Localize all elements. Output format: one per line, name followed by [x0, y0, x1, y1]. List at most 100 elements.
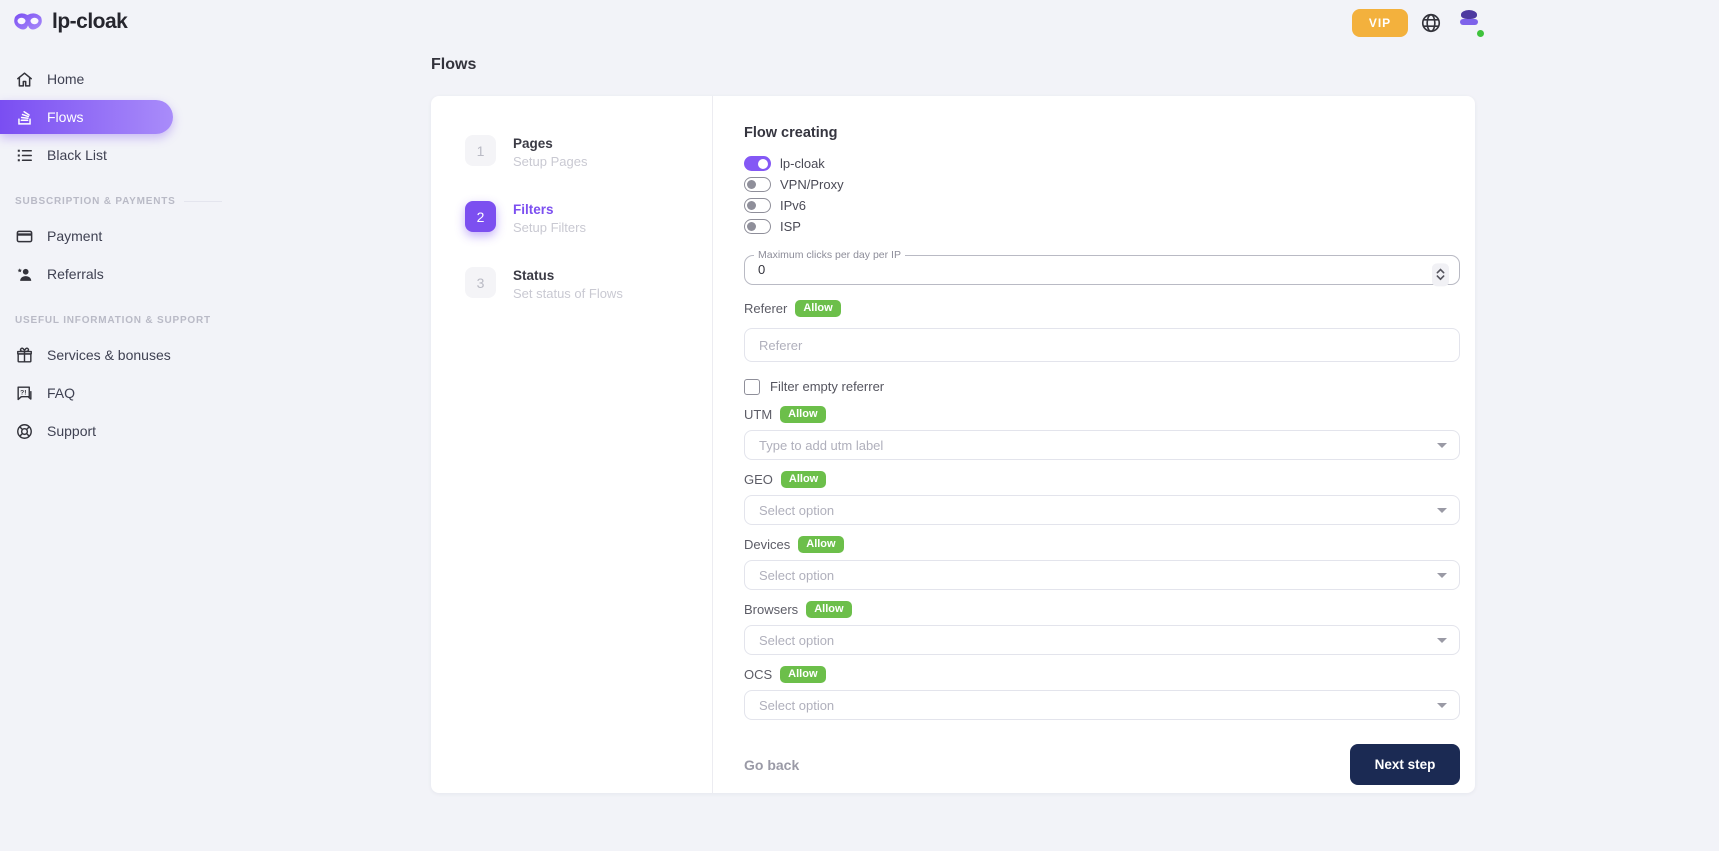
checkbox-label: Filter empty referrer: [770, 379, 884, 394]
select-placeholder: Select option: [759, 568, 834, 583]
caret-down-icon: [1437, 638, 1447, 643]
ocs-label: OCS: [744, 667, 772, 682]
go-back-button[interactable]: Go back: [744, 757, 799, 773]
filter-empty-referrer-checkbox[interactable]: [744, 379, 760, 395]
user-avatar[interactable]: [1454, 8, 1484, 38]
devices-select[interactable]: Select option: [744, 560, 1460, 590]
ocs-label-row: OCS Allow: [744, 665, 1460, 684]
select-placeholder: Select option: [759, 633, 834, 648]
utm-group: UTM Allow Type to add utm label: [744, 405, 1460, 460]
filter-empty-referrer-row[interactable]: Filter empty referrer: [744, 378, 1460, 395]
brand-logo[interactable]: lp-cloak: [12, 10, 127, 34]
toggle-row-lp-cloak[interactable]: lp-cloak: [744, 153, 1460, 174]
chevron-up-icon: [1436, 267, 1445, 274]
sidebar-item-flows[interactable]: Flows: [0, 100, 173, 134]
sidebar-item-home[interactable]: Home: [0, 62, 240, 96]
step-number: 2: [465, 201, 496, 232]
lp-cloak-toggle[interactable]: [744, 156, 771, 171]
toggle-row-ipv6[interactable]: IPv6: [744, 195, 1460, 216]
referer-input[interactable]: [744, 328, 1460, 362]
step-filters[interactable]: 2 Filters Setup Filters: [465, 201, 712, 235]
faq-glyph: ?!: [20, 389, 26, 396]
browsers-label: Browsers: [744, 602, 798, 617]
toggle-label: ISP: [780, 219, 801, 234]
sidebar-item-label: Support: [47, 423, 96, 439]
caret-down-icon: [1437, 573, 1447, 578]
utm-allow-badge[interactable]: Allow: [780, 406, 825, 423]
step-subtitle: Setup Filters: [513, 220, 586, 235]
number-stepper[interactable]: [1432, 263, 1449, 286]
faq-chat-icon: ?!: [15, 384, 34, 403]
sidebar-item-payment[interactable]: Payment: [0, 219, 240, 253]
section-label-text: Subscription & Payments: [15, 196, 176, 207]
form-title: Flow creating: [744, 125, 1460, 141]
page-title: Flows: [431, 56, 476, 74]
sidebar-item-label: Services & bonuses: [47, 347, 171, 363]
isp-toggle[interactable]: [744, 219, 771, 234]
sidebar-item-referrals[interactable]: Referrals: [0, 257, 240, 291]
referer-allow-badge[interactable]: Allow: [795, 300, 840, 317]
devices-group: Devices Allow Select option: [744, 535, 1460, 590]
max-clicks-input[interactable]: [758, 262, 1358, 277]
sidebar-item-label: Flows: [47, 109, 84, 125]
geo-label-row: GEO Allow: [744, 470, 1460, 489]
toggle-label: IPv6: [780, 198, 806, 213]
filters-form: Flow creating lp-cloak VPN/Proxy IPv6 IS…: [713, 96, 1475, 793]
step-title: Pages: [513, 136, 587, 151]
step-number: 3: [465, 267, 496, 298]
utm-label-row: UTM Allow: [744, 405, 1460, 424]
payment-card-icon: [15, 227, 34, 246]
utm-select[interactable]: Type to add utm label: [744, 430, 1460, 460]
sidebar-item-label: Referrals: [47, 266, 104, 282]
vpn-proxy-toggle[interactable]: [744, 177, 771, 192]
utm-label: UTM: [744, 407, 772, 422]
ocs-select[interactable]: Select option: [744, 690, 1460, 720]
ocs-allow-badge[interactable]: Allow: [780, 666, 825, 683]
sidebar-item-faq[interactable]: ?! FAQ: [0, 376, 240, 410]
step-title: Status: [513, 268, 623, 283]
topbar-right: VIP: [1352, 8, 1484, 38]
wizard-actions: Go back Next step: [744, 744, 1460, 785]
support-lifebuoy-icon: [15, 422, 34, 441]
vip-button[interactable]: VIP: [1352, 9, 1408, 37]
toggle-row-vpn-proxy[interactable]: VPN/Proxy: [744, 174, 1460, 195]
sidebar: Home Flows Black List Subscription & Pay…: [0, 62, 240, 452]
referrals-person-icon: [15, 265, 34, 284]
mask-logo-icon: [12, 10, 44, 34]
sidebar-item-label: Payment: [47, 228, 102, 244]
devices-label-row: Devices Allow: [744, 535, 1460, 554]
language-globe-icon[interactable]: [1420, 12, 1442, 34]
geo-select[interactable]: Select option: [744, 495, 1460, 525]
next-step-button[interactable]: Next step: [1350, 744, 1460, 785]
toggle-row-isp[interactable]: ISP: [744, 216, 1460, 237]
step-subtitle: Set status of Flows: [513, 286, 623, 301]
black-list-icon: [15, 146, 34, 165]
brand-name: lp-cloak: [52, 10, 127, 34]
select-placeholder: Select option: [759, 698, 834, 713]
browsers-select[interactable]: Select option: [744, 625, 1460, 655]
browsers-label-row: Browsers Allow: [744, 600, 1460, 619]
geo-label: GEO: [744, 472, 773, 487]
max-clicks-field: Maximum clicks per day per IP: [744, 249, 1460, 285]
devices-label: Devices: [744, 537, 790, 552]
sidebar-item-black-list[interactable]: Black List: [0, 138, 240, 172]
devices-allow-badge[interactable]: Allow: [798, 536, 843, 553]
section-label-text: Useful information & support: [15, 315, 211, 326]
sidebar-item-label: FAQ: [47, 385, 75, 401]
ipv6-toggle[interactable]: [744, 198, 771, 213]
select-placeholder: Select option: [759, 503, 834, 518]
step-status[interactable]: 3 Status Set status of Flows: [465, 267, 712, 301]
chevron-down-icon: [1436, 274, 1445, 281]
geo-allow-badge[interactable]: Allow: [781, 471, 826, 488]
ocs-group: OCS Allow Select option: [744, 665, 1460, 720]
sidebar-item-support[interactable]: Support: [0, 414, 240, 448]
sidebar-item-label: Home: [47, 71, 84, 87]
step-subtitle: Setup Pages: [513, 154, 587, 169]
toggle-label: VPN/Proxy: [780, 177, 844, 192]
browsers-allow-badge[interactable]: Allow: [806, 601, 851, 618]
section-divider: [184, 201, 222, 202]
max-clicks-label: Maximum clicks per day per IP: [754, 249, 905, 261]
step-pages[interactable]: 1 Pages Setup Pages: [465, 135, 712, 169]
sidebar-item-services-bonuses[interactable]: Services & bonuses: [0, 338, 240, 372]
sidebar-section-subscription: Subscription & Payments: [15, 196, 240, 207]
